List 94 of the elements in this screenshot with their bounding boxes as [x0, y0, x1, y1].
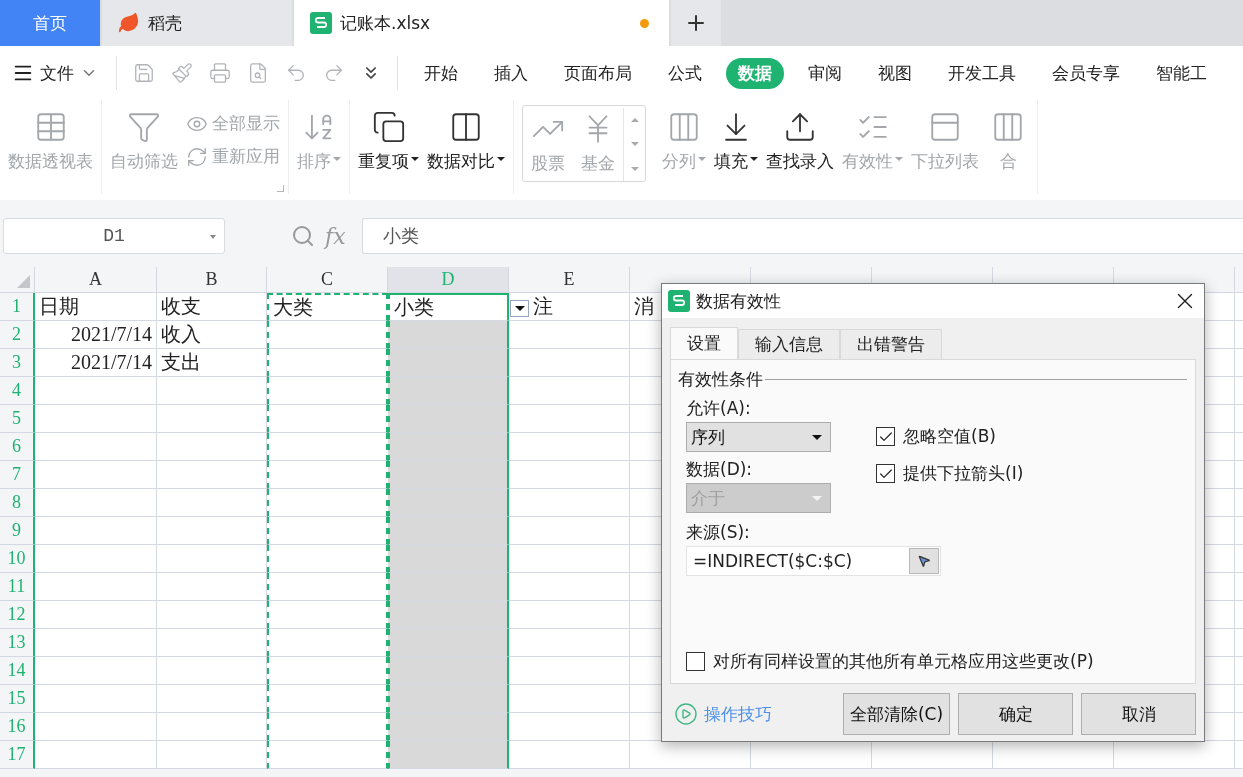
range-picker-button[interactable] — [909, 548, 939, 574]
row-header[interactable]: 5 — [0, 405, 35, 433]
zoom-icon[interactable] — [291, 224, 315, 248]
play-icon — [674, 702, 698, 726]
checkbox[interactable] — [876, 427, 895, 446]
document-tab[interactable]: 稻壳 — [102, 0, 292, 46]
function-button[interactable]: fx — [325, 223, 346, 249]
table-cell: 大类 — [267, 293, 388, 321]
row-header[interactable]: 3 — [0, 349, 35, 377]
new-tab-button[interactable] — [671, 0, 721, 46]
checkbox[interactable] — [876, 464, 895, 483]
row-header[interactable]: 8 — [0, 489, 35, 517]
name-box[interactable]: D1 — [3, 218, 225, 254]
refresh-icon — [186, 145, 208, 168]
field-label: 数据(D): — [686, 458, 754, 481]
column-header[interactable]: D — [388, 267, 509, 293]
funnel-icon — [127, 110, 161, 144]
column-header[interactable]: A — [35, 267, 157, 293]
source-field[interactable]: =INDIRECT($C:$C) — [686, 546, 941, 576]
columns-icon — [449, 110, 483, 144]
row-header[interactable]: 9 — [0, 517, 35, 545]
dialog-button[interactable]: 全部清除(C) — [843, 693, 950, 735]
spreadsheet-icon — [668, 290, 690, 312]
row-header[interactable]: 11 — [0, 573, 35, 601]
table-cell: 日期 — [35, 293, 157, 321]
ribbon-tab[interactable]: 页面布局 — [552, 57, 644, 89]
columns-icon — [667, 110, 701, 144]
checkbox[interactable] — [686, 652, 705, 671]
upload-icon — [783, 110, 817, 144]
caret-icon — [895, 156, 903, 161]
ribbon-tab[interactable]: 会员专享 — [1040, 57, 1132, 89]
row-header[interactable]: 12 — [0, 601, 35, 629]
ribbon-tab[interactable]: 数据 — [726, 57, 784, 89]
panel-icon — [928, 110, 962, 144]
field-label: 允许(A): — [686, 397, 752, 420]
columns-icon — [991, 110, 1025, 144]
table-cell: 注 — [509, 293, 630, 321]
caret-icon — [333, 156, 341, 161]
dialog-tab[interactable]: 输入信息 — [738, 329, 840, 359]
copy-icon — [371, 110, 406, 144]
ribbon-tab[interactable]: 智能工 — [1144, 57, 1219, 89]
ribbon-tab[interactable]: 视图 — [866, 57, 924, 89]
table-cell: 支出 — [157, 349, 267, 377]
column-header[interactable]: C — [267, 267, 388, 293]
row-header[interactable]: 1 — [0, 293, 35, 321]
caret-icon — [698, 156, 706, 161]
row-header[interactable]: 17 — [0, 741, 35, 769]
checkbox-option[interactable]: 忽略空值(B) — [876, 425, 1187, 448]
checkbox-option[interactable]: 对所有同样设置的其他所有单元格应用这些更改(P) — [686, 650, 1094, 673]
caret-icon — [750, 156, 758, 161]
ribbon-tab[interactable]: 开发工具 — [936, 57, 1028, 89]
document-tab[interactable]: 首页 — [0, 0, 100, 46]
table-cell: 收入 — [157, 321, 267, 349]
caret-icon — [210, 235, 216, 239]
tips-link[interactable]: 操作技巧 — [674, 702, 835, 726]
ribbon-button[interactable]: 查找录入 — [762, 106, 838, 173]
dialog-tab[interactable]: 出错警告 — [840, 329, 942, 359]
dialog-button[interactable]: 取消 — [1081, 693, 1196, 735]
table-cell: 2021/7/14 — [35, 321, 157, 349]
row-header[interactable]: 14 — [0, 657, 35, 685]
ribbon-tab[interactable]: 审阅 — [796, 57, 854, 89]
ribbon-button[interactable]: 重复项 — [354, 106, 423, 173]
row-header[interactable]: 10 — [0, 545, 35, 573]
row-header[interactable]: 7 — [0, 461, 35, 489]
field-label: 来源(S): — [686, 521, 751, 544]
row-header[interactable]: 15 — [0, 685, 35, 713]
formula-field[interactable]: 小类 — [361, 218, 1243, 254]
column-header[interactable]: E — [509, 267, 630, 293]
group-title: 有效性条件 — [678, 368, 763, 391]
caret-icon — [411, 156, 419, 161]
cursor-icon — [917, 554, 931, 568]
ribbon-tab[interactable]: 开始 — [412, 57, 470, 89]
checkbox-option[interactable]: 提供下拉箭头(I) — [876, 462, 1187, 485]
spreadsheet-icon — [310, 12, 332, 34]
row-header[interactable]: 6 — [0, 433, 35, 461]
dialog-button[interactable]: 确定 — [958, 693, 1073, 735]
dropdown-button[interactable] — [510, 300, 529, 317]
document-tab[interactable]: 记账本.xlsx — [294, 0, 669, 46]
row-header[interactable]: 16 — [0, 713, 35, 741]
dialog-tab[interactable]: 设置 — [670, 327, 738, 359]
file-menu[interactable]: 文件 — [12, 61, 108, 85]
row-header[interactable]: 2 — [0, 321, 35, 349]
table-cell: 2021/7/14 — [35, 349, 157, 377]
ribbon-button[interactable]: 数据对比 — [423, 106, 509, 173]
leaf-icon — [118, 12, 140, 34]
ribbon-tab[interactable]: 插入 — [482, 57, 540, 89]
row-header[interactable]: 4 — [0, 377, 35, 405]
caret-icon — [497, 156, 505, 161]
column-header[interactable]: B — [157, 267, 267, 293]
table-cell: 收支 — [157, 293, 267, 321]
ribbon-tab[interactable]: 公式 — [656, 57, 714, 89]
ribbon-button[interactable]: 填充 — [710, 106, 762, 173]
allow-select[interactable]: 序列 — [686, 422, 831, 452]
row-header[interactable]: 13 — [0, 629, 35, 657]
